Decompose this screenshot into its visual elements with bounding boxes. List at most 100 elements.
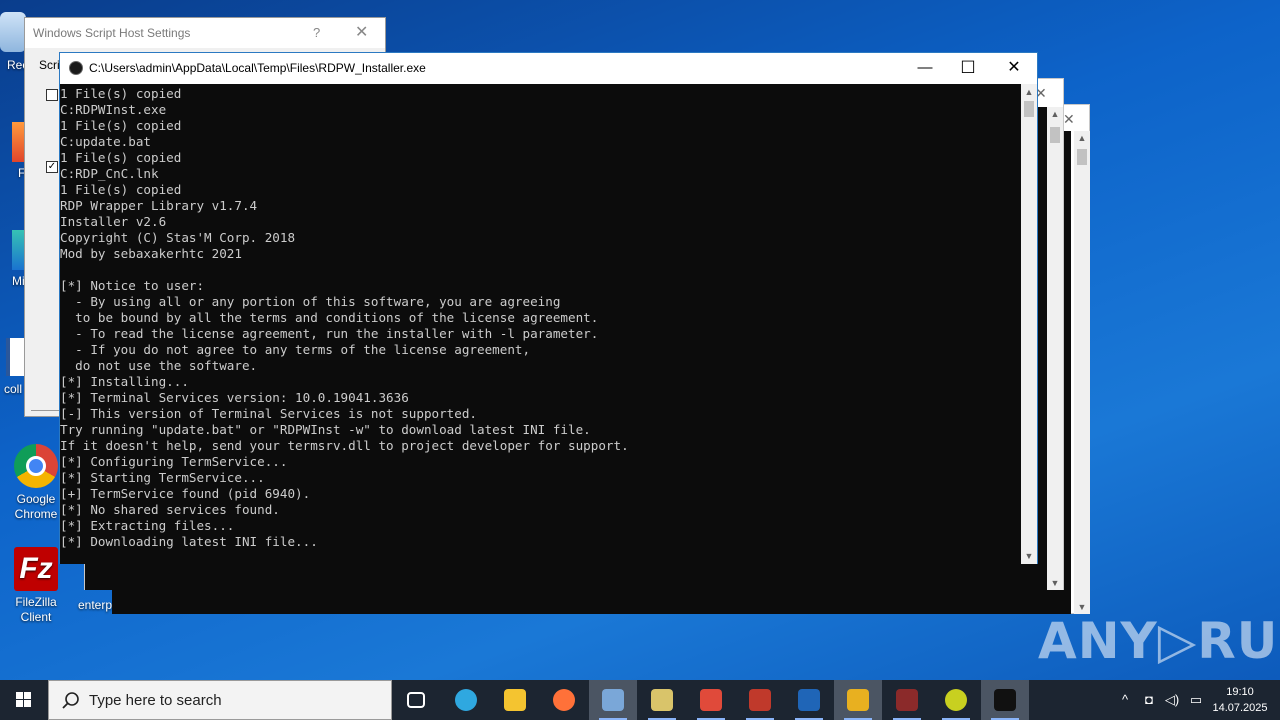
taskbar-app-task-view[interactable] bbox=[392, 680, 440, 720]
blocks-app-icon bbox=[847, 689, 869, 711]
console-title: C:\Users\admin\AppData\Local\Temp\Files\… bbox=[89, 61, 426, 75]
close-button[interactable]: ✕ bbox=[355, 18, 368, 48]
taskbar-app-cherry-app[interactable] bbox=[736, 680, 784, 720]
word-document-icon bbox=[6, 338, 26, 376]
firefox-icon bbox=[553, 689, 575, 711]
script-host-icon bbox=[602, 689, 624, 711]
maximize-button[interactable]: ☐ bbox=[945, 53, 991, 83]
cherry-app-icon bbox=[749, 689, 771, 711]
console-line: [*] Starting TermService... bbox=[60, 470, 265, 485]
taskbar-app-script-host[interactable] bbox=[589, 680, 637, 720]
network-icon[interactable]: ▭ bbox=[1184, 680, 1208, 720]
console-line: [-] This version of Terminal Services is… bbox=[60, 406, 478, 421]
console-line: 1 File(s) copied bbox=[60, 182, 182, 197]
console-title-bar[interactable]: C:\Users\admin\AppData\Local\Temp\Files\… bbox=[60, 53, 1037, 83]
desktop-icon-label: Google Chrome bbox=[14, 492, 58, 521]
taskbar-app-calendar-app[interactable] bbox=[687, 680, 735, 720]
task-view-icon bbox=[407, 692, 425, 708]
search-placeholder: Type here to search bbox=[89, 692, 222, 709]
taskbar-app-file-explorer[interactable] bbox=[491, 680, 539, 720]
recycle-bin-icon bbox=[0, 12, 26, 52]
help-button[interactable]: ? bbox=[313, 18, 320, 48]
chrome-icon bbox=[14, 444, 58, 488]
console-line: - If you do not agree to any terms of th… bbox=[60, 342, 531, 357]
console-line: do not use the software. bbox=[60, 358, 258, 373]
taskbar-app-kiwi-app[interactable] bbox=[932, 680, 980, 720]
wsh-checkbox-1[interactable] bbox=[46, 89, 58, 101]
console-line: [*] Downloading latest INI file... bbox=[60, 534, 318, 549]
console-line: Copyright (C) Stas'M Corp. 2018 bbox=[60, 230, 296, 245]
scroll-down-arrow-icon[interactable]: ▼ bbox=[1021, 548, 1037, 564]
console-line: 1 File(s) copied bbox=[60, 118, 182, 133]
r-app-icon bbox=[798, 689, 820, 711]
console-line: 1 File(s) copied bbox=[60, 86, 182, 101]
console-output-area[interactable]: 1 File(s) copied C:RDPWInst.exe 1 File(s) … bbox=[60, 84, 1021, 564]
scrollbar[interactable]: ▲ ▼ bbox=[1047, 107, 1063, 590]
taskbar-app-console-app[interactable] bbox=[981, 680, 1029, 720]
taskbar-app-firefox[interactable] bbox=[540, 680, 588, 720]
console-line: C:RDPWInst.exe bbox=[60, 102, 167, 117]
kiwi-app-icon bbox=[945, 689, 967, 711]
console-line: C:RDP_CnC.lnk bbox=[60, 166, 159, 181]
close-icon[interactable]: ✕ bbox=[1063, 111, 1075, 128]
anyrun-watermark: ANY▷RUN bbox=[1038, 612, 1280, 670]
wsh-checkbox-2[interactable]: ✓ bbox=[46, 161, 58, 173]
console-app-icon bbox=[994, 689, 1016, 711]
console-scrollbar[interactable]: ▲ ▼ bbox=[1021, 84, 1037, 564]
ida-app-icon bbox=[896, 689, 918, 711]
console-line: [*] Notice to user: bbox=[60, 278, 205, 293]
scroll-up-arrow-icon[interactable]: ▲ bbox=[1021, 84, 1037, 100]
meet-now-icon[interactable]: ◘ bbox=[1138, 680, 1160, 720]
close-button[interactable]: ✕ bbox=[991, 53, 1037, 83]
console-line: - By using all or any portion of this so… bbox=[60, 294, 561, 309]
console-line: Installer v2.6 bbox=[60, 214, 167, 229]
console-line: [*] Terminal Services version: 10.0.1904… bbox=[60, 390, 409, 405]
console-line: 1 File(s) copied bbox=[60, 150, 182, 165]
console-line: [*] Configuring TermService... bbox=[60, 454, 288, 469]
scroll-thumb[interactable] bbox=[1024, 101, 1034, 117]
console-line: - To read the license agreement, run the… bbox=[60, 326, 599, 341]
taskbar: Type here to search ^ ◘ ◁) ▭ 19:10 14.07… bbox=[0, 680, 1280, 720]
console-line: [*] Extracting files... bbox=[60, 518, 235, 533]
taskbar-app-ida-app[interactable] bbox=[883, 680, 931, 720]
clock-time: 19:10 bbox=[1226, 686, 1254, 698]
taskbar-app-keys[interactable] bbox=[638, 680, 686, 720]
start-button[interactable] bbox=[0, 680, 48, 720]
taskbar-app-edge[interactable] bbox=[442, 680, 490, 720]
minimize-button[interactable]: — bbox=[902, 53, 948, 83]
desktop-icon-label: enterp bbox=[78, 598, 113, 612]
search-icon bbox=[62, 692, 79, 709]
taskbar-app-r-app[interactable] bbox=[785, 680, 833, 720]
taskbar-clock[interactable]: 19:10 14.07.2025 bbox=[1210, 684, 1270, 716]
chevron-up-icon[interactable]: ^ bbox=[1114, 680, 1136, 720]
volume-icon[interactable]: ◁) bbox=[1160, 680, 1184, 720]
clock-date: 14.07.2025 bbox=[1212, 702, 1268, 714]
edge-icon bbox=[455, 689, 477, 711]
calendar-app-icon bbox=[700, 689, 722, 711]
console-line: [*] No shared services found. bbox=[60, 502, 280, 517]
taskbar-search-box[interactable]: Type here to search bbox=[48, 680, 392, 720]
filezilla-icon: Fz bbox=[14, 547, 58, 591]
background-console-strip bbox=[112, 590, 1042, 614]
scrollbar[interactable]: ▲ ▼ bbox=[1074, 131, 1090, 614]
file-explorer-icon bbox=[504, 689, 526, 711]
console-line: to be bound by all the terms and conditi… bbox=[60, 310, 599, 325]
desktop-icon-label: coll bbox=[4, 382, 23, 396]
windows-logo-icon bbox=[16, 692, 31, 707]
taskbar-app-blocks-app[interactable] bbox=[834, 680, 882, 720]
wsh-title: Windows Script Host Settings bbox=[33, 26, 191, 40]
console-line: C:update.bat bbox=[60, 134, 151, 149]
console-output-text: 1 File(s) copied C:RDPWInst.exe 1 File(s) … bbox=[60, 86, 629, 550]
wsh-title-bar: Windows Script Host Settings ? ✕ bbox=[25, 18, 385, 48]
installer-console-window[interactable]: C:\Users\admin\AppData\Local\Temp\Files\… bbox=[59, 52, 1038, 564]
console-line: Mod by sebaxakerhtc 2021 bbox=[60, 246, 242, 261]
console-line: [*] Installing... bbox=[60, 374, 189, 389]
desktop-icon-word-doc[interactable]: coll bbox=[4, 338, 26, 396]
console-line: Try running "update.bat" or "RDPWInst -w… bbox=[60, 422, 591, 437]
keys-icon bbox=[651, 689, 673, 711]
console-line: [+] TermService found (pid 6940). bbox=[60, 486, 311, 501]
console-app-icon bbox=[69, 61, 83, 75]
divider bbox=[31, 410, 61, 411]
desktop-icon-label: Mi bbox=[12, 274, 25, 288]
